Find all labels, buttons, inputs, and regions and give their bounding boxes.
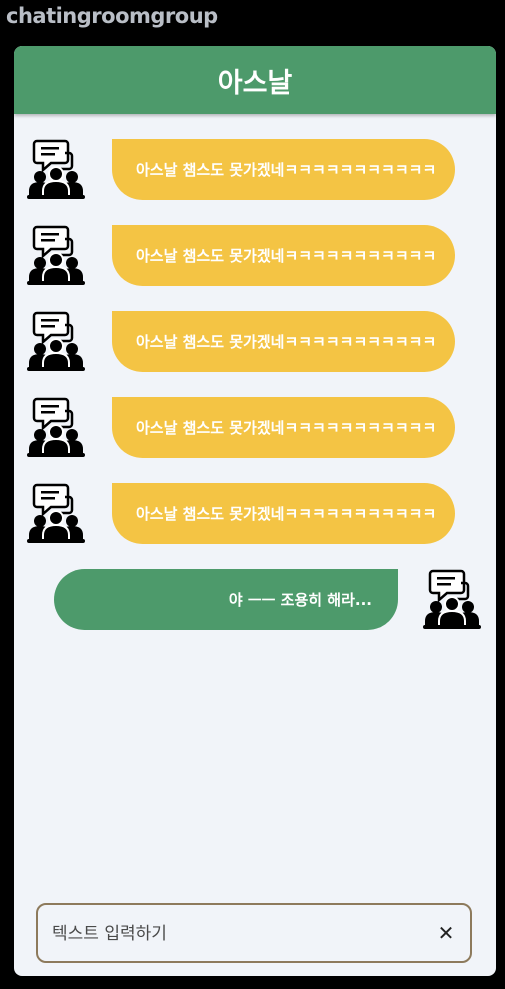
incoming-message-bubble: 아스날 챔스도 못가겠네ㅋㅋㅋㅋㅋㅋㅋㅋㅋㅋㅋ xyxy=(112,397,455,458)
message-row: 아스날 챔스도 못가겠네ㅋㅋㅋㅋㅋㅋㅋㅋㅋㅋㅋ xyxy=(14,397,496,459)
message-text: 아스날 챔스도 못가겠네ㅋㅋㅋㅋㅋㅋㅋㅋㅋㅋㅋ xyxy=(136,419,437,437)
message-input[interactable] xyxy=(50,905,424,963)
incoming-message-bubble: 아스날 챔스도 못가겠네ㅋㅋㅋㅋㅋㅋㅋㅋㅋㅋㅋ xyxy=(112,311,455,372)
message-text: 아스날 챔스도 못가겠네ㅋㅋㅋㅋㅋㅋㅋㅋㅋㅋㅋ xyxy=(136,247,437,265)
message-text: 야 ㅡㅡ 조용히 해라... xyxy=(228,591,372,609)
outgoing-message-bubble: 야 ㅡㅡ 조용히 해라... xyxy=(54,569,398,630)
message-text: 아스날 챔스도 못가겠네ㅋㅋㅋㅋㅋㅋㅋㅋㅋㅋㅋ xyxy=(136,505,437,523)
group-chat-icon xyxy=(25,311,87,373)
chat-panel: 아스날 아스날 챔스도 못가겠네ㅋㅋㅋㅋㅋㅋㅋㅋㅋㅋㅋ 아스날 챔스도 못가겠네ㅋ… xyxy=(14,46,496,976)
message-input-box[interactable]: ✕ xyxy=(36,903,472,963)
message-row: 아스날 챔스도 못가겠네ㅋㅋㅋㅋㅋㅋㅋㅋㅋㅋㅋ xyxy=(14,483,496,545)
incoming-message-bubble: 아스날 챔스도 못가겠네ㅋㅋㅋㅋㅋㅋㅋㅋㅋㅋㅋ xyxy=(112,139,455,200)
message-row: 아스날 챔스도 못가겠네ㅋㅋㅋㅋㅋㅋㅋㅋㅋㅋㅋ xyxy=(14,139,496,201)
message-text: 아스날 챔스도 못가겠네ㅋㅋㅋㅋㅋㅋㅋㅋㅋㅋㅋ xyxy=(136,333,437,351)
incoming-message-bubble: 아스날 챔스도 못가겠네ㅋㅋㅋㅋㅋㅋㅋㅋㅋㅋㅋ xyxy=(112,483,455,544)
message-text: 아스날 챔스도 못가겠네ㅋㅋㅋㅋㅋㅋㅋㅋㅋㅋㅋ xyxy=(136,161,437,179)
group-chat-icon xyxy=(25,483,87,545)
chat-room-title: 아스날 xyxy=(217,67,293,99)
message-row: 야 ㅡㅡ 조용히 해라... xyxy=(14,569,496,631)
message-row: 아스날 챔스도 못가겠네ㅋㅋㅋㅋㅋㅋㅋㅋㅋㅋㅋ xyxy=(14,225,496,287)
group-chat-icon xyxy=(25,397,87,459)
group-chat-icon xyxy=(25,139,87,201)
group-chat-icon xyxy=(421,569,483,631)
chat-header: 아스날 xyxy=(14,46,496,114)
close-icon[interactable]: ✕ xyxy=(434,921,458,945)
incoming-message-bubble: 아스날 챔스도 못가겠네ㅋㅋㅋㅋㅋㅋㅋㅋㅋㅋㅋ xyxy=(112,225,455,286)
message-row: 아스날 챔스도 못가겠네ㅋㅋㅋㅋㅋㅋㅋㅋㅋㅋㅋ xyxy=(14,311,496,373)
app-title: chatingroomgroup xyxy=(6,4,218,28)
group-chat-icon xyxy=(25,225,87,287)
